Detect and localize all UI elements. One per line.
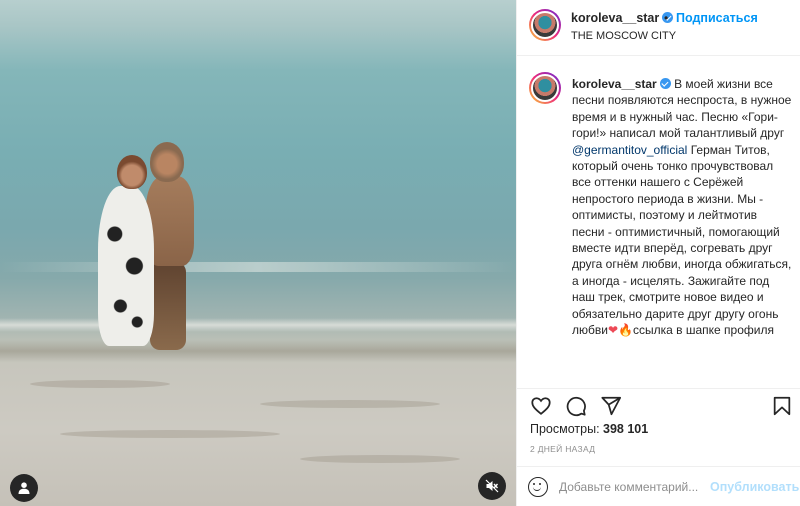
fire-emoji: 🔥 [618,323,633,338]
sand-texture [260,400,440,408]
verified-badge-icon [659,78,671,89]
post-video[interactable] [0,0,516,506]
post-comment-button[interactable]: Опубликовать [710,480,799,494]
bookmark-icon[interactable] [771,395,793,417]
speech-bubble-icon[interactable] [565,395,587,417]
paper-plane-icon[interactable] [600,395,622,417]
post-header: koroleva__star • Подписаться THE MOSCOW … [517,0,800,56]
sand-texture [30,380,170,388]
caption-text: ссылка в шапке профиля [632,323,774,338]
author-username[interactable]: koroleva__star [571,11,674,25]
location-link[interactable]: THE MOSCOW CITY [571,30,676,42]
shoreline [0,340,516,362]
views-label: Просмотры: [530,422,600,436]
woman-figure [117,155,147,189]
avatar[interactable] [529,72,561,104]
man-figure [150,142,184,182]
caption-text: Герман Титов, который очень тонко прочув… [572,142,792,338]
post-timestamp[interactable]: 2 ДНЕЙ НАЗАД [530,444,595,454]
speaker-muted-icon [485,479,499,493]
follow-button[interactable]: Подписаться [676,11,758,25]
avatar[interactable] [529,9,561,41]
sand-texture [60,430,280,438]
woman-figure [98,186,154,346]
heart-outline-icon[interactable] [530,395,552,417]
smiley-icon[interactable] [528,477,548,497]
user-icon [18,482,30,494]
action-bar [517,388,800,420]
post-caption: koroleva__star В моей жизни все песни по… [572,76,792,339]
sea-wave [0,262,516,272]
mute-button[interactable] [478,472,506,500]
sea-wave [0,318,516,332]
view-count[interactable]: Просмотры: 398 101 [530,422,648,436]
man-figure [150,262,186,350]
comment-bar: Опубликовать [517,466,800,506]
post-details-panel: koroleva__star • Подписаться THE MOSCOW … [516,0,800,506]
sand-texture [300,455,460,463]
views-value: 398 101 [603,422,649,436]
user-tag-button[interactable] [10,474,38,502]
heart-emoji: ❤ [607,323,619,338]
caption-username[interactable]: koroleva__star [572,77,657,91]
caption-area: koroleva__star В моей жизни все песни по… [517,56,800,386]
comment-input[interactable] [559,479,709,495]
username-text[interactable]: koroleva__star [571,11,659,25]
caption-mention-link[interactable]: @germantitov_official [572,143,687,157]
separator-dot: • [664,11,669,25]
